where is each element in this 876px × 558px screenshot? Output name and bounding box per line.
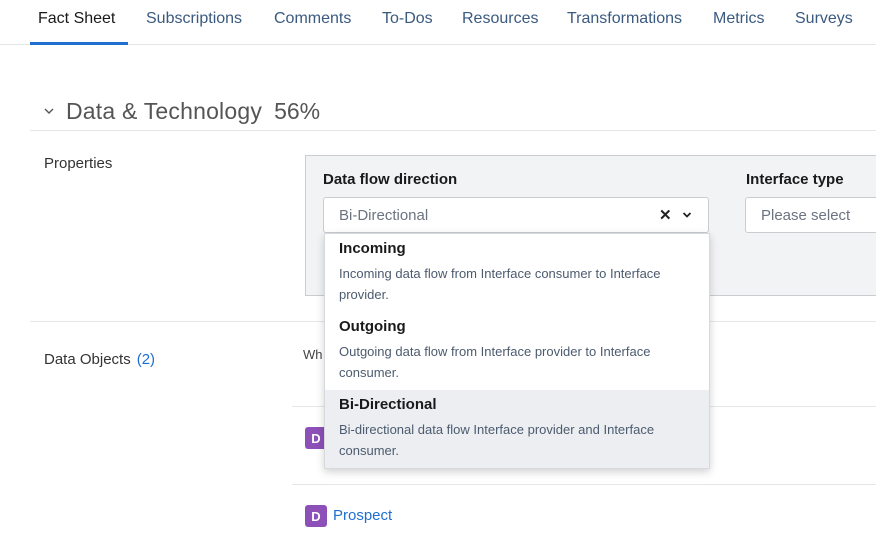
option-incoming[interactable]: Incoming Incoming data flow from Interfa… xyxy=(325,234,709,312)
tab-to-dos[interactable]: To-Dos xyxy=(382,10,433,28)
option-title: Incoming xyxy=(339,240,406,257)
data-flow-dropdown-menu: Incoming Incoming data flow from Interfa… xyxy=(324,233,710,469)
tab-metrics[interactable]: Metrics xyxy=(713,10,765,28)
tab-resources[interactable]: Resources xyxy=(462,10,538,28)
tab-surveys[interactable]: Surveys xyxy=(795,10,853,28)
tab-bar: Fact Sheet Subscriptions Comments To-Dos… xyxy=(0,0,876,45)
properties-label: Properties xyxy=(44,155,113,172)
tab-transformations[interactable]: Transformations xyxy=(567,10,682,28)
divider xyxy=(30,130,876,131)
option-description: Outgoing data flow from Interface provid… xyxy=(339,344,651,380)
data-flow-direction-select[interactable]: Bi-Directional ✕ xyxy=(323,197,709,233)
data-flow-direction-label: Data flow direction xyxy=(323,171,458,188)
option-title: Outgoing xyxy=(339,318,406,335)
data-object-badge: D xyxy=(305,505,327,527)
option-bi-directional[interactable]: Bi-Directional Bi-directional data flow … xyxy=(325,390,709,468)
section-title: Data & Technology xyxy=(66,97,263,124)
active-tab-indicator xyxy=(30,42,128,45)
option-title: Bi-Directional xyxy=(339,396,437,413)
chevron-down-icon[interactable] xyxy=(44,106,54,116)
data-object-link-prospect[interactable]: Prospect xyxy=(333,507,392,524)
divider xyxy=(292,484,876,485)
tab-fact-sheet[interactable]: Fact Sheet xyxy=(38,10,115,28)
option-description: Bi-directional data flow Interface provi… xyxy=(339,422,655,458)
tab-comments[interactable]: Comments xyxy=(274,10,351,28)
interface-type-select[interactable] xyxy=(745,197,876,233)
data-objects-count: (2) xyxy=(136,351,156,368)
option-description: Incoming data flow from Interface consum… xyxy=(339,266,661,302)
description-text: Wh xyxy=(303,347,323,362)
completion-percentage: 56% xyxy=(274,97,321,124)
clear-icon[interactable]: ✕ xyxy=(659,206,672,224)
chevron-down-icon[interactable] xyxy=(682,210,692,220)
option-outgoing[interactable]: Outgoing Outgoing data flow from Interfa… xyxy=(325,312,709,390)
interface-type-label: Interface type xyxy=(746,171,844,188)
tab-subscriptions[interactable]: Subscriptions xyxy=(146,10,242,28)
data-objects-label: Data Objects (2) xyxy=(44,351,156,368)
section-header[interactable]: Data & Technology 56% xyxy=(44,96,320,126)
select-value: Bi-Directional xyxy=(339,207,429,224)
